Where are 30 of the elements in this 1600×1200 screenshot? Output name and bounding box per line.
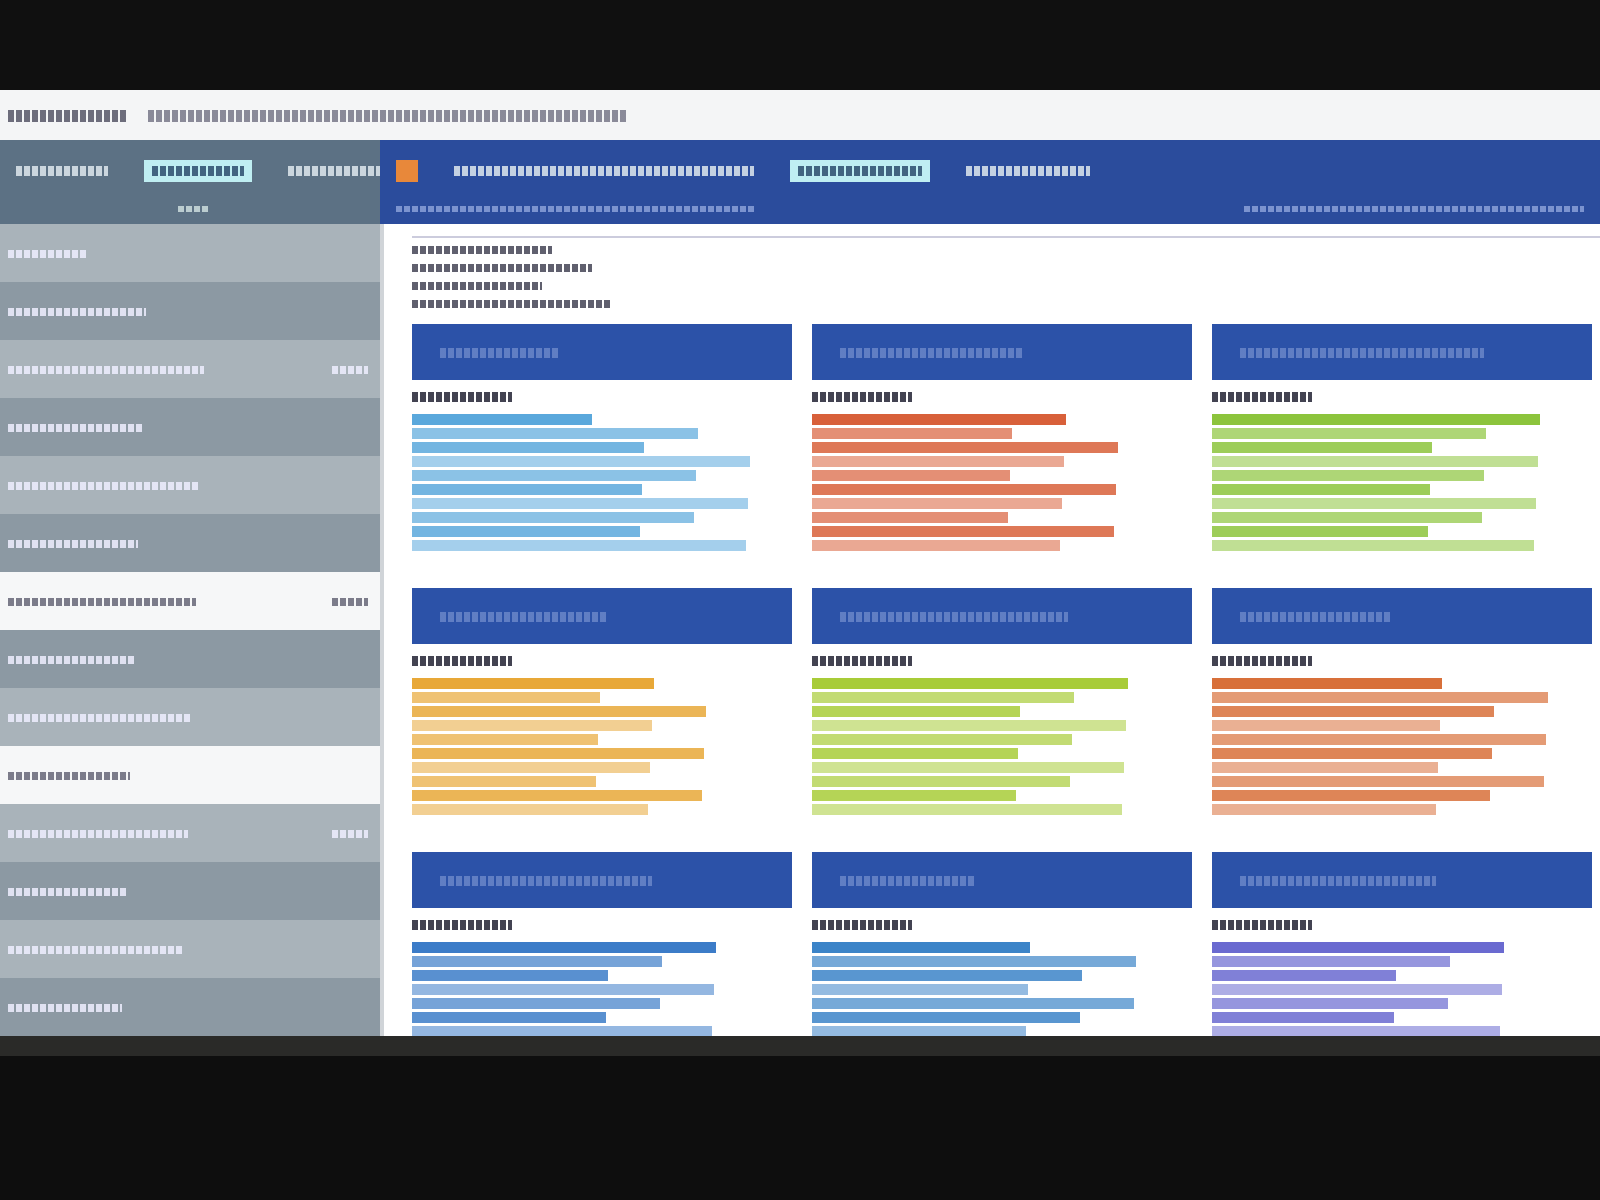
blurred-caption-text: [1212, 920, 1312, 930]
sidebar-item[interactable]: [0, 224, 380, 282]
blurred-caption-text: [812, 920, 912, 930]
sidebar-item[interactable]: [0, 398, 380, 456]
blurred-nav-text: [178, 206, 210, 212]
sidebar-item[interactable]: [0, 282, 380, 340]
blurred-caption-text: [812, 656, 912, 666]
sidebar-item[interactable]: [0, 456, 380, 514]
blurred-caption-text: [1212, 392, 1312, 402]
blurred-caption-text: [412, 392, 512, 402]
blurred-text: [412, 282, 542, 290]
blurred-caption-text: [412, 656, 512, 666]
sidebar-item[interactable]: [0, 920, 380, 978]
sidebar-item[interactable]: [0, 804, 380, 862]
blurred-text: [412, 246, 552, 254]
sidebar-item[interactable]: [0, 688, 380, 746]
sidebar-item[interactable]: [0, 514, 380, 572]
sidebar-item[interactable]: [0, 978, 380, 1036]
sidebar-item[interactable]: [0, 746, 380, 804]
sidebar-item[interactable]: [0, 630, 380, 688]
sidebar-item[interactable]: [0, 572, 380, 630]
sidebar-item[interactable]: [0, 340, 380, 398]
nav-tab[interactable]: [790, 160, 930, 182]
blurred-caption-text: [812, 392, 912, 402]
sidebar-item[interactable]: [0, 862, 380, 920]
blurred-caption-text: [412, 920, 512, 930]
blurred-title-text: [8, 109, 128, 121]
logo-icon: [396, 160, 418, 182]
blurred-caption-text: [1212, 656, 1312, 666]
nav-tab[interactable]: [144, 160, 252, 182]
